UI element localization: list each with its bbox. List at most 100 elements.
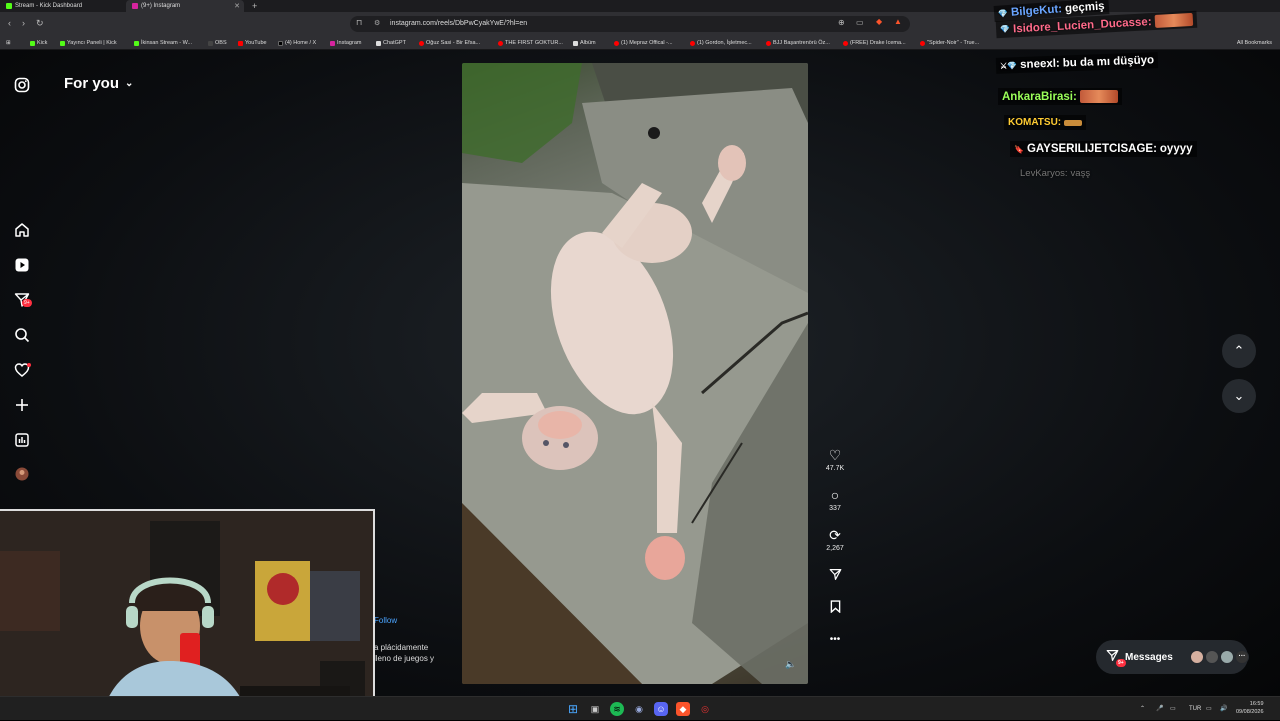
messages-badge: 9+ xyxy=(1116,659,1126,667)
tab-kick-dashboard[interactable]: Stream - Kick Dashboard xyxy=(0,0,124,12)
comment-action[interactable]: ○ 337 xyxy=(820,487,850,512)
feed-title: For you xyxy=(64,75,119,92)
tab-instagram[interactable]: (9+) Instagram ✕ xyxy=(126,0,244,12)
share-action[interactable] xyxy=(820,568,850,584)
reels-icon[interactable] xyxy=(13,257,31,275)
brave-shield-icon[interactable]: ◆ xyxy=(876,17,882,26)
brave-rewards-icon[interactable]: ▲ xyxy=(894,17,902,26)
bookmark-item[interactable]: Instagram xyxy=(330,36,361,50)
site-info-icon[interactable]: ⚙ xyxy=(374,16,380,32)
bookmark-item[interactable]: Yayıncı Paneli | Kick xyxy=(60,36,117,50)
heart-like-icon[interactable]: ♡ xyxy=(820,447,850,463)
profile-avatar[interactable] xyxy=(13,467,31,485)
messages-label: Messages xyxy=(1125,651,1173,663)
bookmark-item[interactable]: Albüm xyxy=(573,36,596,50)
chat-username: sneexl: xyxy=(1019,57,1061,71)
chat-username: GAYSERILIJETCISAGE: xyxy=(1026,143,1157,155)
cast-icon[interactable]: ▭ xyxy=(856,18,864,27)
tab-title: Stream - Kick Dashboard xyxy=(15,3,83,9)
bookmark-item[interactable]: THE FIRST GOKTUR... xyxy=(498,36,563,50)
previous-reel-up-icon[interactable]: ⌃ xyxy=(1222,334,1256,368)
monitor-icon[interactable]: ▭ xyxy=(1206,697,1212,721)
zoom-icon[interactable]: ⊕ xyxy=(838,18,845,27)
repost-action[interactable]: ⟳ 2,267 xyxy=(820,527,850,552)
url-field[interactable]: ⚙ instagram.com/reels/DbPwCyakYwE/?hl=en xyxy=(350,16,910,32)
chat-message: AnkaraBirasi: xyxy=(998,88,1122,105)
apps-icon[interactable]: ⊞ xyxy=(6,36,11,50)
reel-video[interactable]: 🔈 xyxy=(462,63,808,684)
caption-line: a plácidamente xyxy=(374,643,429,652)
message-avatars: ··· xyxy=(1190,650,1249,664)
dashboard-icon[interactable] xyxy=(13,432,31,450)
bookmark-page-icon[interactable]: ⊓ xyxy=(356,18,362,27)
like-count: 47.7K xyxy=(825,465,845,472)
search-icon[interactable] xyxy=(13,327,31,345)
comment-icon[interactable]: ○ xyxy=(820,487,850,503)
chevron-down-icon: ⌄ xyxy=(125,78,134,89)
bookmark-item[interactable]: İkinsan Stream - W... xyxy=(134,36,192,50)
home-icon[interactable] xyxy=(13,222,31,240)
chat-text: bu da mı düşüyo xyxy=(1062,54,1155,70)
mute-icon[interactable]: 🔈 xyxy=(785,659,796,670)
close-tab-icon[interactable]: ✕ xyxy=(234,2,240,10)
like-action[interactable]: ♡ 47.7K xyxy=(820,447,850,472)
chat-message: 🔖 GAYSERILIJETCISAGE: oyyyy xyxy=(1010,141,1197,157)
chat-text: vaşş xyxy=(1070,168,1091,179)
bookmark-item[interactable]: Oğuz Sasi - Bir Efsa... xyxy=(419,36,480,50)
new-tab-button[interactable]: + xyxy=(252,0,257,12)
repost-count: 2,267 xyxy=(826,545,844,552)
tab-title: (9+) Instagram xyxy=(141,3,181,9)
bookmark-item[interactable]: Kick xyxy=(30,36,47,50)
bookmark-item[interactable]: OBS xyxy=(208,36,227,50)
follow-button[interactable]: Follow xyxy=(374,616,397,625)
feed-selector[interactable]: For you ⌄ xyxy=(64,75,133,92)
chat-text: oyyyy xyxy=(1159,143,1193,155)
bookmark-item[interactable]: ChatGPT xyxy=(376,36,406,50)
notification-badge: 9+ xyxy=(22,299,32,307)
bookmark-item[interactable]: BJJ Başantrenörü Öz... xyxy=(766,36,830,50)
bookmark-item[interactable]: (4) Home / X xyxy=(278,36,316,50)
share-icon[interactable] xyxy=(820,568,850,584)
obs-icon[interactable]: ◎ xyxy=(698,702,712,716)
spotify-icon[interactable]: ≋ xyxy=(610,702,624,716)
back-icon[interactable]: ‹ xyxy=(8,18,11,28)
task-view-icon[interactable]: ▣ xyxy=(588,702,602,716)
show-hidden-icons-icon[interactable]: ⌃ xyxy=(1140,697,1145,721)
steam-icon[interactable]: ◉ xyxy=(632,702,646,716)
bookmark-item[interactable]: YouTube xyxy=(238,36,267,50)
language-indicator[interactable]: TUR xyxy=(1189,697,1201,721)
repost-icon[interactable]: ⟳ xyxy=(820,527,850,543)
badge-icon: 💎 xyxy=(999,24,1011,35)
bookmark-save-icon[interactable] xyxy=(820,600,850,616)
forward-icon[interactable]: › xyxy=(22,18,25,28)
messages-button[interactable]: 9+ Messages ··· xyxy=(1096,640,1249,674)
reload-icon[interactable]: ↻ xyxy=(36,18,44,29)
brave-browser-icon[interactable]: ◆ xyxy=(676,702,690,716)
save-action[interactable] xyxy=(820,600,850,616)
volume-icon[interactable]: 🔊 xyxy=(1220,697,1227,721)
bookmark-item[interactable]: "Spider-Noir" - True... xyxy=(920,36,979,50)
chat-username: LevKaryos: xyxy=(1020,168,1068,179)
windows-taskbar: ⊞ ▣ ≋ ◉ ☺ ◆ ◎ ⌃ 🎤 ▭ TUR ▭ 🔊 16:59 09/08/… xyxy=(0,696,1280,720)
clock-time: 16:59 xyxy=(1249,701,1264,707)
clock-date: 09/08/2026 xyxy=(1236,709,1264,715)
microphone-icon[interactable]: 🎤 xyxy=(1156,697,1163,721)
windows-start-icon[interactable]: ⊞ xyxy=(566,702,580,716)
next-reel-down-icon[interactable]: ⌄ xyxy=(1222,379,1256,413)
chat-text: geçmiş xyxy=(1064,0,1106,16)
instagram-logo-icon[interactable] xyxy=(13,77,31,95)
create-plus-icon[interactable] xyxy=(13,397,31,415)
network-icon[interactable]: ▭ xyxy=(1170,697,1176,721)
bookmark-item[interactable]: (1) Gordon, İşletmec... xyxy=(690,36,752,50)
badge-icon: ⚔💎 xyxy=(999,60,1018,71)
more-options-icon[interactable]: ••• xyxy=(820,632,850,648)
bookmark-item[interactable]: (FREE) Drake Icema... xyxy=(843,36,906,50)
chat-username: BilgeKut: xyxy=(1010,3,1063,19)
url-text: instagram.com/reels/DbPwCyakYwE/?hl=en xyxy=(390,20,528,27)
discord-icon[interactable]: ☺ xyxy=(654,702,668,716)
system-clock[interactable]: 16:59 09/08/2026 xyxy=(1236,700,1264,716)
bookmark-item[interactable]: (1) Mepraz Offical -... xyxy=(614,36,673,50)
reel-caption: a plácidamente lleno de juegos y xyxy=(374,642,460,664)
caption-line: lleno de juegos y xyxy=(374,654,435,663)
badge-icon: 🔖 xyxy=(1014,144,1024,154)
